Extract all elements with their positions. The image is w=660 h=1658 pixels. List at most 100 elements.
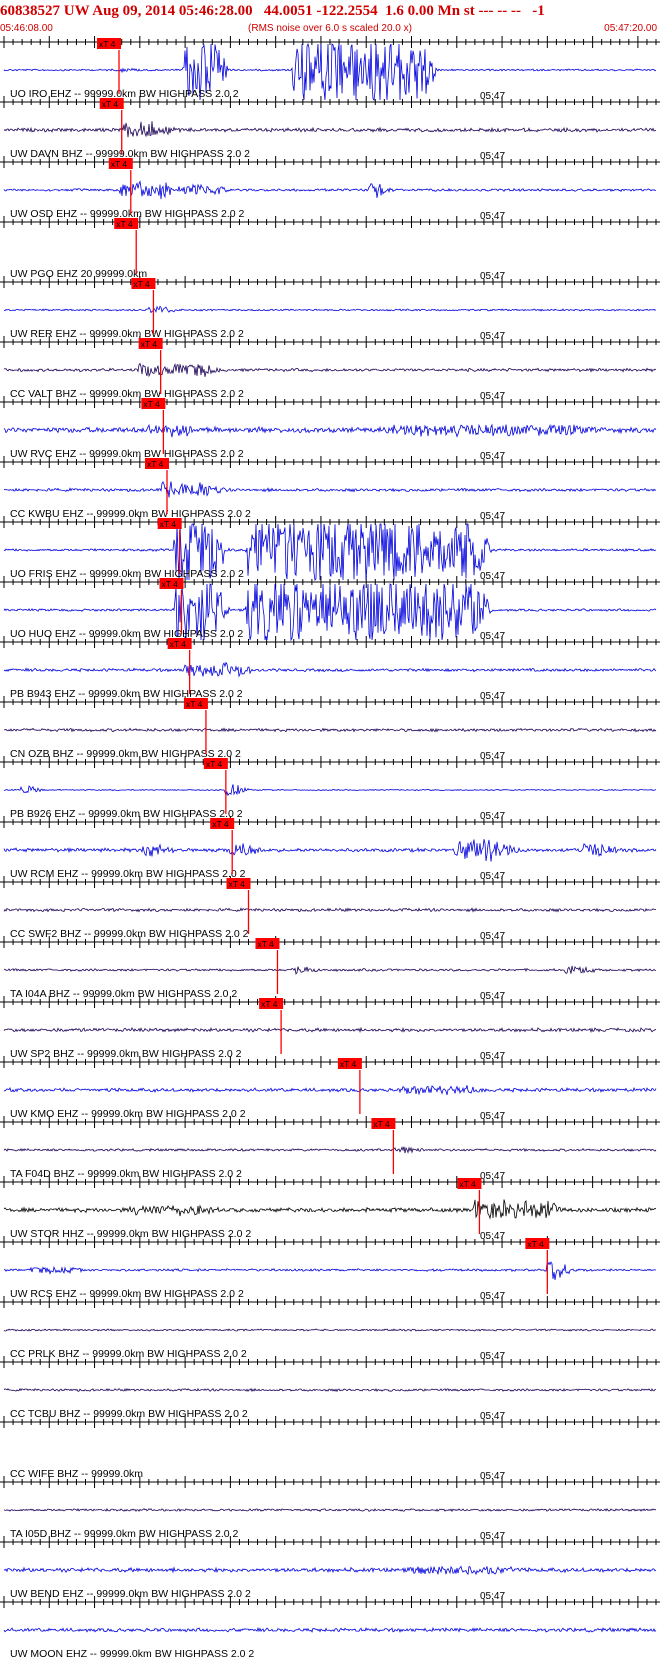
minute-tick-label: 05:47 [480,391,505,402]
trace-4: UW RER EHZ -- 99999.0km BW HIGHPASS 2.0 … [3,278,657,340]
waveform [3,1146,657,1154]
minute-tick-label: 05:47 [480,1051,505,1062]
trace-9: UO HUO EHZ -- 99999.0km BW HIGHPASS 2.0 … [3,578,657,642]
minute-tick-label: 05:47 [480,451,505,462]
pick-marker: xT 4 [203,758,228,814]
trace-10: PB B943 EHZ -- 99999.0km BW HIGHPASS 2.0… [3,638,657,700]
waveform [3,1085,657,1096]
trace-23: CC WIFE BHZ -- 99999.0km [10,1468,143,1480]
minute-tick-label: 05:47 [480,571,505,582]
trace-16: UW SP2 BHZ -- 99999.0km BW HIGHPASS 2.0 … [3,998,657,1060]
pick-label: xT 4 [459,1179,476,1189]
waveform [3,784,657,797]
station-label: CC KWBU EHZ -- 99999.0km BW HIGHPASS 2.0… [10,508,251,520]
pick-label: xT 4 [147,459,164,469]
pick-marker: xT 4 [183,698,208,754]
pick-label: xT 4 [212,819,229,829]
station-label: UW RVC EHZ -- 99999.0km BW HIGHPASS 2.0 … [10,448,244,460]
waveform [3,121,657,138]
trace-0: UO IRO EHZ -- 99999.0km BW HIGHPASS 2.0 … [3,38,657,102]
pick-label: xT 4 [373,1119,390,1129]
pick-marker: xT 4 [141,398,166,454]
pick-marker: xT 4 [210,818,235,874]
station-label: CC SWF2 BHZ -- 99999.0km BW HIGHPASS 2.0… [10,928,249,940]
pick-marker: xT 4 [114,218,139,274]
station-label: UW RCM EHZ -- 99999.0km BW HIGHPASS 2.0 … [10,868,246,880]
pick-label: xT 4 [141,339,158,349]
pick-marker: xT 4 [108,158,133,214]
trace-20: UW RCS EHZ -- 99999.0km BW HIGHPASS 2.0 … [4,1238,657,1300]
waveform [3,362,657,378]
waveform [4,1261,657,1280]
station-label: TA I04A BHZ -- 99999.0km BW HIGHPASS 2.0… [10,988,237,1000]
minute-tick-label: 05:47 [480,91,505,102]
pick-marker: xT 4 [138,338,163,394]
waveform [3,180,657,200]
station-label: UW KMO EHZ -- 99999.0km BW HIGHPASS 2.0 … [10,1108,246,1120]
minute-tick-label: 05:47 [480,1471,505,1482]
pick-marker: xT 4 [145,458,169,514]
pick-marker: xT 4 [337,1058,362,1114]
pick-label: xT 4 [340,1059,357,1069]
trace-12: PB B926 EHZ -- 99999.0km BW HIGHPASS 2.0… [3,758,657,820]
pick-label: xT 4 [116,219,133,229]
station-label: UW STOR HHZ -- 99999.0km BW HIGHPASS 2.0… [10,1228,251,1240]
waveform [3,1328,657,1332]
station-label: CC PRLK BHZ -- 99999.0km BW HIGHPASS 2.0… [10,1348,247,1360]
trace-8: UO FRIS EHZ -- 99999.0km BW HIGHPASS 2.0… [3,518,657,581]
pick-marker: xT 4 [371,1118,396,1174]
minute-tick-label: 05:47 [480,991,505,1002]
trace-13: UW RCM EHZ -- 99999.0km BW HIGHPASS 2.0 … [3,818,657,880]
minute-tick-label: 05:47 [480,751,505,762]
minute-tick-label: 05:47 [480,331,505,342]
waveform [3,1565,657,1576]
station-label: TA F04D BHZ -- 99999.0km BW HIGHPASS 2.0… [10,1168,242,1180]
waveform [3,1026,657,1034]
pick-label: xT 4 [160,519,177,529]
waveform [3,481,657,498]
trace-11: CN OZB BHZ -- 99999.0km BW HIGHPASS 2.0 … [4,698,657,760]
pick-marker: xT 4 [99,98,124,154]
pick-label: xT 4 [143,399,160,409]
minute-tick-label: 05:47 [480,1411,505,1422]
trace-26: UW MOON EHZ -- 99999.0km BW HIGHPASS 2.0… [3,1626,657,1658]
trace-22: CC TCBU BHZ -- 99999.0km BW HIGHPASS 2.0… [3,1387,656,1420]
minute-tick-label: 05:47 [480,1591,505,1602]
minute-tick-label: 05:47 [480,151,505,162]
pick-label: xT 4 [206,759,223,769]
station-label: UO IRO EHZ -- 99999.0km BW HIGHPASS 2.0 … [10,88,239,100]
trace-15: TA I04A BHZ -- 99999.0km BW HIGHPASS 2.0… [4,938,656,1000]
station-label: TA I05D BHZ -- 99999.0km BW HIGHPASS 2.0… [10,1528,239,1540]
waveform [4,727,657,733]
pick-marker: xT 4 [255,938,280,994]
pick-marker: xT 4 [159,578,184,634]
station-label: UW PGO EHZ 20 99999.0km [10,268,147,280]
pick-label: xT 4 [161,579,178,589]
pick-label: xT 4 [133,279,150,289]
trace-18: TA F04D BHZ -- 99999.0km BW HIGHPASS 2.0… [3,1118,657,1180]
trace-21: CC PRLK BHZ -- 99999.0km BW HIGHPASS 2.0… [3,1328,657,1360]
minute-tick-label: 05:47 [480,931,505,942]
waveform [3,907,657,913]
pick-marker: xT 4 [97,38,122,94]
pick-marker: xT 4 [259,998,284,1054]
minute-tick-label: 05:47 [480,1351,505,1362]
station-label: CC TCBU BHZ -- 99999.0km BW HIGHPASS 2.0… [10,1408,248,1420]
waveform [3,1507,657,1513]
trace-3: UW PGO EHZ 20 99999.0km xT 4 [10,218,147,280]
pick-marker: xT 4 [226,878,251,934]
trace-19: UW STOR HHZ -- 99999.0km BW HIGHPASS 2.0… [3,1178,657,1240]
trace-25: UW BEND EHZ -- 99999.0km BW HIGHPASS 2.0… [3,1565,657,1600]
minute-tick-label: 05:47 [480,511,505,522]
station-label: CC VALT BHZ -- 99999.0km BW HIGHPASS 2.0… [10,388,244,400]
station-label: UW MOON EHZ -- 99999.0km BW HIGHPASS 2.0… [10,1648,254,1658]
station-label: UW SP2 BHZ -- 99999.0km BW HIGHPASS 2.0 … [10,1048,242,1060]
pick-label: xT 4 [170,639,187,649]
minute-tick-label: 05:47 [480,631,505,642]
minute-tick-label: 05:47 [480,691,505,702]
trace-6: UW RVC EHZ -- 99999.0km BW HIGHPASS 2.0 … [3,398,657,460]
minute-tick-label: 05:47 [480,211,505,222]
waveform [3,661,657,678]
waveform [4,965,656,975]
pick-marker: xT 4 [167,638,192,694]
